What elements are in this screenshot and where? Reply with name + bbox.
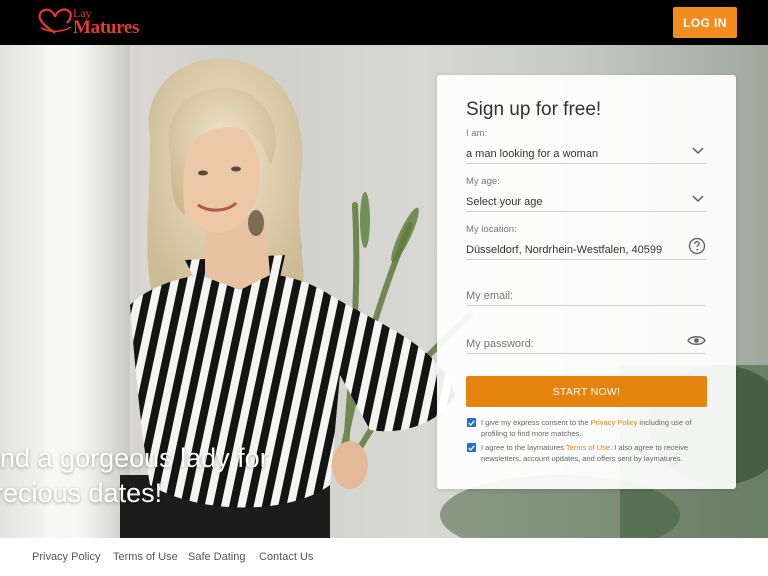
heart-logo-icon bbox=[38, 8, 72, 34]
password-placeholder: My password: bbox=[466, 338, 534, 350]
terms-consent-text-pre: I agree to the laymatures bbox=[481, 443, 566, 452]
terms-consent-text: I agree to the laymatures Terms of Use. … bbox=[481, 442, 707, 464]
footer-link-terms-of-use[interactable]: Terms of Use bbox=[113, 551, 178, 563]
location-field[interactable]: My location: Düsseldorf, Nordrhein-Westf… bbox=[466, 224, 706, 260]
footer-link-safe-dating[interactable]: Safe Dating bbox=[188, 551, 245, 563]
signup-title: Sign up for free! bbox=[466, 99, 602, 120]
logo-text-matures: Matures bbox=[73, 17, 140, 38]
password-field[interactable]: My password: bbox=[466, 335, 706, 354]
location-label: My location: bbox=[466, 224, 517, 235]
chevron-down-icon bbox=[692, 147, 704, 154]
site-logo[interactable]: Lay Matures bbox=[37, 6, 140, 38]
email-field[interactable]: My email: bbox=[466, 287, 706, 306]
privacy-policy-link[interactable]: Privacy Policy bbox=[591, 418, 638, 427]
hero-headline-line2: recious dates! bbox=[0, 478, 163, 508]
gender-value: a man looking for a woman bbox=[466, 148, 599, 160]
start-now-button[interactable]: START NOW! bbox=[466, 376, 707, 407]
check-icon bbox=[468, 419, 475, 426]
login-button[interactable]: LOG IN bbox=[673, 7, 737, 38]
signup-form-card: Sign up for free! I am: a man looking fo… bbox=[437, 75, 736, 489]
hero-headline-line1: ind a gorgeous lady for bbox=[0, 443, 269, 473]
age-select[interactable]: My age: Select your age bbox=[466, 176, 706, 212]
gender-label: I am: bbox=[466, 128, 488, 139]
gender-select[interactable]: I am: a man looking for a woman bbox=[466, 128, 706, 164]
top-navbar: Lay Matures LOG IN bbox=[0, 0, 768, 45]
privacy-consent-checkbox[interactable] bbox=[467, 418, 476, 427]
help-circle-icon[interactable] bbox=[688, 237, 706, 255]
eye-icon[interactable] bbox=[687, 334, 706, 347]
chevron-down-icon bbox=[692, 195, 704, 202]
privacy-consent-text-pre: I give my express consent to the bbox=[481, 418, 591, 427]
privacy-consent-text: I give my express consent to the Privacy… bbox=[481, 417, 707, 439]
footer-link-contact-us[interactable]: Contact Us bbox=[259, 551, 313, 563]
hero-headline: ind a gorgeous lady for recious dates! bbox=[0, 441, 269, 511]
footer: Privacy Policy Terms of Use Safe Dating … bbox=[0, 538, 768, 576]
footer-link-privacy-policy[interactable]: Privacy Policy bbox=[32, 551, 100, 563]
terms-of-use-link[interactable]: Terms of Use bbox=[566, 443, 610, 452]
age-label: My age: bbox=[466, 176, 500, 187]
location-value: Düsseldorf, Nordrhein-Westfalen, 40599 bbox=[466, 244, 663, 256]
age-value: Select your age bbox=[466, 196, 543, 208]
terms-consent-checkbox[interactable] bbox=[467, 443, 476, 452]
email-placeholder: My email: bbox=[466, 290, 514, 302]
check-icon bbox=[468, 444, 475, 451]
